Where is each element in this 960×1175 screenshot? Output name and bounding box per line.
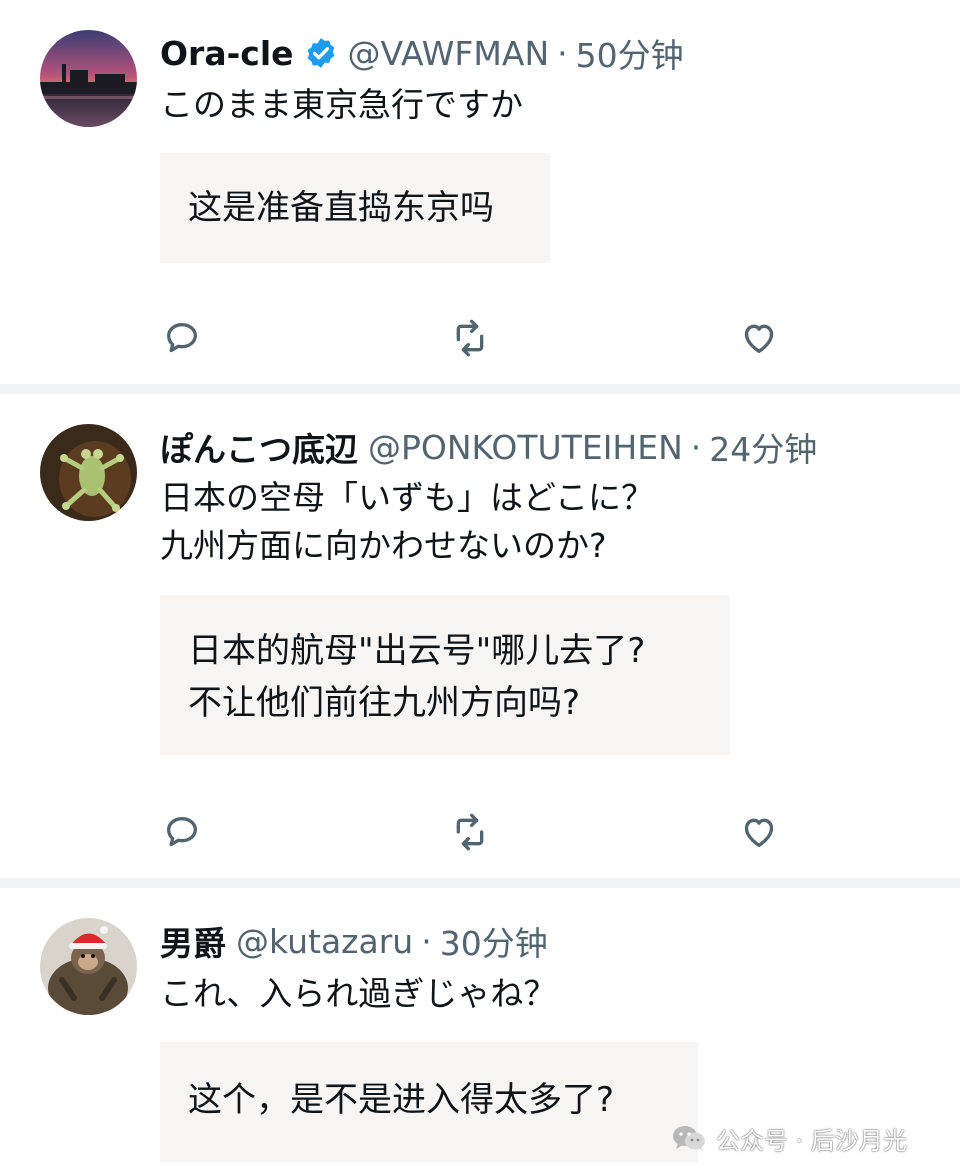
tweet-text-line: これ、入られ過ぎじゃね？	[160, 974, 557, 1013]
separator-dot: ·	[557, 33, 568, 73]
watermark: 公众号 · 后沙月光	[672, 1118, 907, 1158]
reply-icon	[167, 323, 197, 353]
tweet-text-line: このまま東京急行ですか	[160, 85, 523, 124]
author-handle[interactable]: @kutazaru	[236, 922, 413, 961]
timestamp[interactable]: 24分钟	[709, 423, 817, 471]
translation-line: 不让他们前往九州方向吗?	[188, 683, 581, 723]
like-button[interactable]	[737, 810, 781, 854]
retweet-button[interactable]	[448, 316, 492, 360]
reply-button[interactable]	[160, 316, 204, 360]
wechat-icon	[672, 1124, 706, 1152]
author-handle[interactable]: @VAWFMAN	[348, 34, 550, 73]
author-handle[interactable]: @PONKOTUTEIHEN	[368, 428, 683, 467]
sunset-ship-avatar-icon	[40, 30, 137, 127]
heart-icon	[744, 324, 774, 353]
action-bar	[160, 316, 800, 360]
tweet-text-line: 九州方面に向かわせないのか?	[160, 526, 607, 565]
like-button[interactable]	[737, 316, 781, 360]
heart-icon	[744, 818, 774, 847]
retweet-button[interactable]	[448, 810, 492, 854]
reply-button[interactable]	[160, 810, 204, 854]
author-name[interactable]: ぽんこつ底辺	[160, 423, 358, 471]
frog-avatar-icon	[40, 424, 137, 521]
translation-line: 日本的航母"出云号"哪儿去了?	[188, 631, 646, 671]
avatar[interactable]	[40, 30, 137, 127]
reply-icon	[167, 817, 197, 847]
tweet-divider	[0, 384, 960, 394]
translation-line: 这是准备直捣东京吗	[188, 188, 494, 228]
avatar[interactable]	[40, 424, 137, 521]
separator-dot: ·	[421, 921, 432, 961]
translation-box: 这是准备直捣东京吗	[160, 153, 550, 263]
translation-box: 日本的航母"出云号"哪儿去了? 不让他们前往九州方向吗?	[160, 595, 730, 755]
avatar[interactable]	[40, 918, 137, 1015]
separator-dot: ·	[690, 427, 702, 467]
tweet-divider	[0, 878, 960, 888]
monkey-santa-hat-avatar-icon	[40, 918, 137, 1015]
retweet-icon	[456, 319, 484, 357]
action-bar	[160, 810, 800, 854]
translation-box: 这个，是不是进入得太多了?	[160, 1042, 698, 1162]
author-name[interactable]: 男爵	[160, 917, 226, 965]
retweet-icon	[456, 813, 484, 851]
translation-line: 这个，是不是进入得太多了?	[188, 1080, 615, 1120]
tweet-text: 日本の空母「いずも」はどこに？ 九州方面に向かわせないのか?	[160, 474, 654, 570]
verified-badge-icon	[304, 36, 338, 70]
watermark-text: 公众号 · 后沙月光	[716, 1126, 907, 1155]
timestamp[interactable]: 30分钟	[440, 917, 548, 965]
tweet-text: このまま東京急行ですか	[160, 81, 523, 129]
tweet-text: これ、入られ過ぎじゃね？	[160, 970, 556, 1018]
timestamp[interactable]: 50分钟	[576, 29, 684, 77]
tweet-text-line: 日本の空母「いずも」はどこに？	[160, 478, 655, 517]
author-name[interactable]: Ora-cle	[160, 34, 294, 73]
